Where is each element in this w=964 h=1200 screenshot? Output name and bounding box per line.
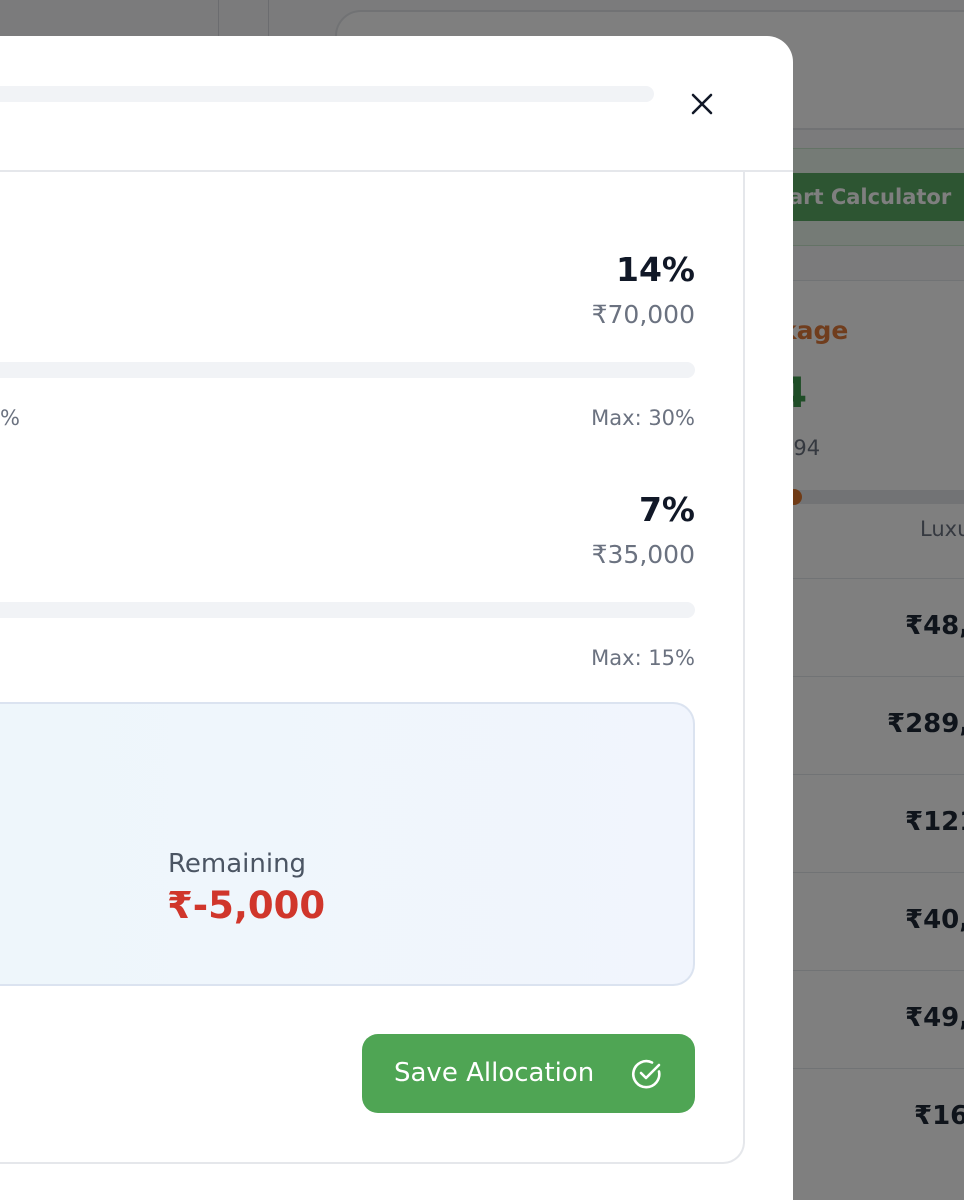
save-button-label: Save Allocation [394,1058,595,1088]
modal-header [0,36,793,172]
allocation-modal: 14% ₹70,000 % Max: 30% 7% ₹35,000 Max: 1… [0,36,793,1200]
remaining-label: Remaining [168,849,307,879]
save-allocation-button[interactable]: Save Allocation [362,1034,695,1113]
header-progress-bar [0,86,654,102]
allocation-content: 14% ₹70,000 % Max: 30% 7% ₹35,000 Max: 1… [0,172,745,1164]
allocation-percent: 7% [638,490,695,529]
allocation-summary: Remaining ₹-5,000 [0,702,695,986]
close-button[interactable] [684,86,720,122]
close-icon [691,93,713,115]
allocation-slider[interactable] [0,362,695,378]
remaining-value: ₹-5,000 [167,884,326,927]
allocation-percent: 14% [616,250,695,289]
allocation-amount: ₹35,000 [591,540,695,569]
max-label: Max: 15% [591,646,695,670]
min-label: % [0,406,20,430]
check-circle-icon [631,1059,661,1089]
allocation-amount: ₹70,000 [591,300,695,329]
allocation-slider[interactable] [0,602,695,618]
max-label: Max: 30% [591,406,695,430]
